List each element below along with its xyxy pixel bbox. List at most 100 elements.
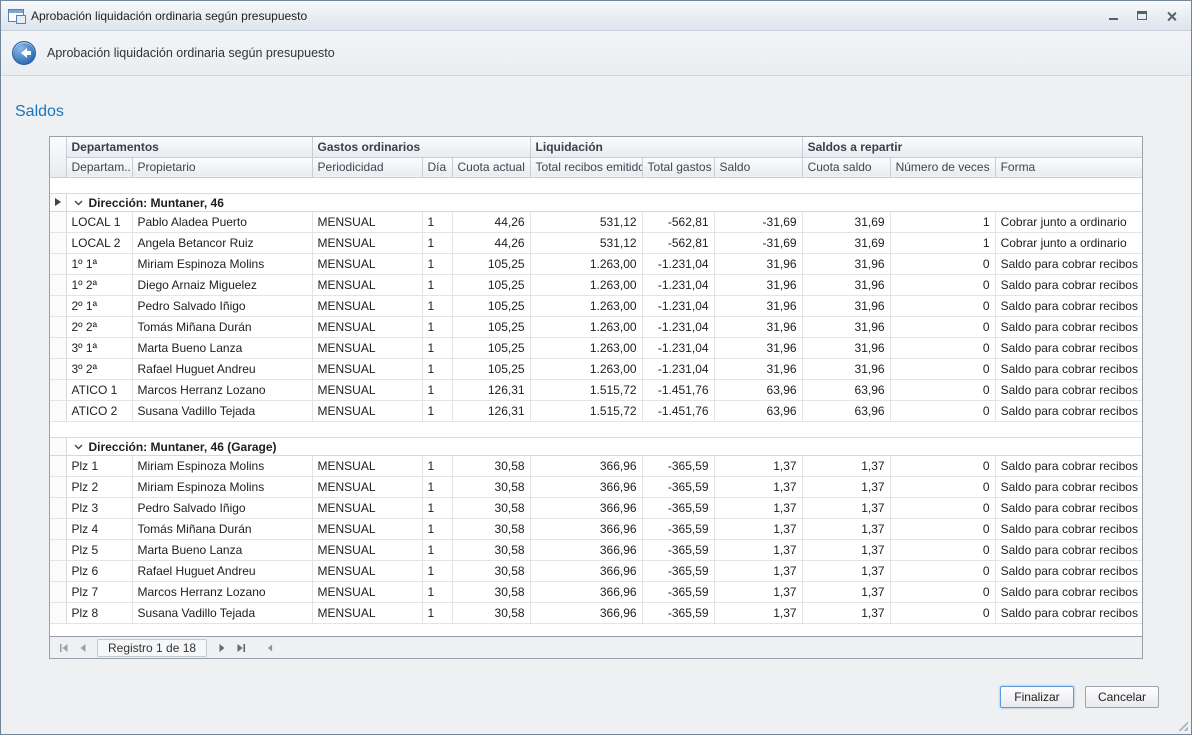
grid-cell[interactable]: Miriam Espinoza Molins <box>132 455 312 476</box>
table-row[interactable]: Plz 8Susana Vadillo TejadaMENSUAL130,583… <box>50 602 1142 623</box>
column-header-periodicidad[interactable]: Periodicidad <box>312 157 422 177</box>
grid-cell[interactable]: -1.231,04 <box>642 337 714 358</box>
grid-cell[interactable]: MENSUAL <box>312 316 422 337</box>
grid-cell[interactable]: 30,58 <box>452 539 530 560</box>
column-header-numero-de-veces[interactable]: Número de veces <box>890 157 995 177</box>
column-header-total-recibos[interactable]: Total recibos emitidos <box>530 157 642 177</box>
grid-cell[interactable]: Marta Bueno Lanza <box>132 337 312 358</box>
grid-cell[interactable]: 1.263,00 <box>530 316 642 337</box>
grid-cell[interactable]: Marcos Herranz Lozano <box>132 379 312 400</box>
table-row[interactable]: Plz 1Miriam Espinoza MolinsMENSUAL130,58… <box>50 455 1142 476</box>
grid-cell[interactable]: 1 <box>422 295 452 316</box>
grid-cell[interactable]: 31,96 <box>714 358 802 379</box>
grid-cell[interactable]: 1,37 <box>802 602 890 623</box>
grid-cell[interactable]: Cobrar junto a ordinario <box>995 232 1142 253</box>
grid-cell[interactable]: 1 <box>422 602 452 623</box>
grid-cell[interactable]: Saldo para cobrar recibos <box>995 602 1142 623</box>
grid-cell[interactable]: 1,37 <box>714 455 802 476</box>
band-header-liquidacion[interactable]: Liquidación <box>530 137 802 157</box>
grid-cell[interactable]: Saldo para cobrar recibos <box>995 358 1142 379</box>
grid-cell[interactable]: 366,96 <box>530 518 642 539</box>
grid-cell[interactable]: 1 <box>422 379 452 400</box>
grid-cell[interactable]: 366,96 <box>530 476 642 497</box>
grid-cell[interactable]: 366,96 <box>530 560 642 581</box>
grid-cell[interactable]: 31,96 <box>714 274 802 295</box>
grid-cell[interactable]: Rafael Huguet Andreu <box>132 560 312 581</box>
grid-cell[interactable]: 1 <box>422 232 452 253</box>
column-header-cuota-actual[interactable]: Cuota actual <box>452 157 530 177</box>
grid-cell[interactable]: MENSUAL <box>312 602 422 623</box>
grid-cell[interactable]: -31,69 <box>714 232 802 253</box>
grid-cell[interactable]: 0 <box>890 581 995 602</box>
grid-cell[interactable]: 1 <box>422 455 452 476</box>
grid-cell[interactable]: 105,25 <box>452 316 530 337</box>
grid-cell[interactable]: 31,96 <box>802 274 890 295</box>
table-row[interactable]: ATICO 2Susana Vadillo TejadaMENSUAL1126,… <box>50 400 1142 421</box>
grid-cell[interactable]: 3º 1ª <box>66 337 132 358</box>
column-header-propietario[interactable]: Propietario <box>132 157 312 177</box>
grid-cell[interactable]: Saldo para cobrar recibos <box>995 400 1142 421</box>
grid-cell[interactable]: 366,96 <box>530 602 642 623</box>
table-row[interactable]: 2º 2ªTomás Miñana DuránMENSUAL1105,251.2… <box>50 316 1142 337</box>
grid-cell[interactable]: 1 <box>422 211 452 232</box>
grid-cell[interactable]: Miriam Espinoza Molins <box>132 253 312 274</box>
grid-cell[interactable]: 0 <box>890 274 995 295</box>
grid-cell[interactable]: 0 <box>890 379 995 400</box>
grid-cell[interactable]: LOCAL 1 <box>66 211 132 232</box>
table-row[interactable]: 1º 2ªDiego Arnaiz MiguelezMENSUAL1105,25… <box>50 274 1142 295</box>
grid-cell[interactable]: 366,96 <box>530 581 642 602</box>
grid-cell[interactable]: 63,96 <box>802 400 890 421</box>
grid-cell[interactable]: Plz 8 <box>66 602 132 623</box>
band-header-gastos-ordinarios[interactable]: Gastos ordinarios <box>312 137 530 157</box>
table-row[interactable]: 3º 1ªMarta Bueno LanzaMENSUAL1105,251.26… <box>50 337 1142 358</box>
grid-cell[interactable]: 1 <box>422 560 452 581</box>
grid-cell[interactable]: MENSUAL <box>312 476 422 497</box>
grid-cell[interactable]: -365,59 <box>642 455 714 476</box>
grid-cell[interactable]: MENSUAL <box>312 232 422 253</box>
grid-cell[interactable]: 1.263,00 <box>530 295 642 316</box>
band-header-saldos-a-repartir[interactable]: Saldos a repartir <box>802 137 1142 157</box>
grid-cell[interactable]: Susana Vadillo Tejada <box>132 602 312 623</box>
grid-cell[interactable]: 0 <box>890 358 995 379</box>
grid-cell[interactable]: 1,37 <box>714 602 802 623</box>
column-header-cuota-saldo[interactable]: Cuota saldo <box>802 157 890 177</box>
chevron-down-icon[interactable] <box>74 195 83 209</box>
grid-cell[interactable]: 31,96 <box>802 295 890 316</box>
grid-cell[interactable]: 1 <box>890 211 995 232</box>
table-row[interactable]: ATICO 1Marcos Herranz LozanoMENSUAL1126,… <box>50 379 1142 400</box>
grid-cell[interactable]: 1 <box>422 581 452 602</box>
grid-cell[interactable]: 0 <box>890 518 995 539</box>
grid-cell[interactable]: 105,25 <box>452 253 530 274</box>
grid-cell[interactable]: ATICO 1 <box>66 379 132 400</box>
grid-cell[interactable]: 531,12 <box>530 232 642 253</box>
grid-cell[interactable]: -365,59 <box>642 518 714 539</box>
grid-cell[interactable]: 44,26 <box>452 232 530 253</box>
grid-cell[interactable]: Rafael Huguet Andreu <box>132 358 312 379</box>
grid-cell[interactable]: -1.231,04 <box>642 253 714 274</box>
grid-cell[interactable]: Saldo para cobrar recibos <box>995 560 1142 581</box>
grid-cell[interactable]: Saldo para cobrar recibos <box>995 379 1142 400</box>
grid-cell[interactable]: -562,81 <box>642 232 714 253</box>
cancelar-button[interactable]: Cancelar <box>1085 686 1159 708</box>
grid-cell[interactable]: Pedro Salvado Iñigo <box>132 295 312 316</box>
grid-cell[interactable]: 1 <box>422 337 452 358</box>
chevron-down-icon[interactable] <box>74 439 83 453</box>
grid-cell[interactable]: 1.263,00 <box>530 274 642 295</box>
grid-cell[interactable]: 1,37 <box>714 560 802 581</box>
grid-cell[interactable]: 30,58 <box>452 455 530 476</box>
grid-cell[interactable]: Saldo para cobrar recibos <box>995 253 1142 274</box>
grid-cell[interactable]: 1.515,72 <box>530 379 642 400</box>
grid-cell[interactable]: 31,69 <box>802 211 890 232</box>
grid-cell[interactable]: 1 <box>422 518 452 539</box>
grid-cell[interactable]: MENSUAL <box>312 211 422 232</box>
grid-cell[interactable]: Plz 3 <box>66 497 132 518</box>
grid-cell[interactable]: 0 <box>890 337 995 358</box>
grid-cell[interactable]: -365,59 <box>642 539 714 560</box>
table-row[interactable]: Plz 3Pedro Salvado IñigoMENSUAL130,58366… <box>50 497 1142 518</box>
grid-cell[interactable]: 1,37 <box>714 518 802 539</box>
grid-cell[interactable]: Saldo para cobrar recibos <box>995 518 1142 539</box>
column-header-departamento[interactable]: Departam... <box>66 157 132 177</box>
grid-cell[interactable]: 1,37 <box>802 539 890 560</box>
grid-cell[interactable]: 30,58 <box>452 518 530 539</box>
grid-cell[interactable]: 1,37 <box>802 455 890 476</box>
